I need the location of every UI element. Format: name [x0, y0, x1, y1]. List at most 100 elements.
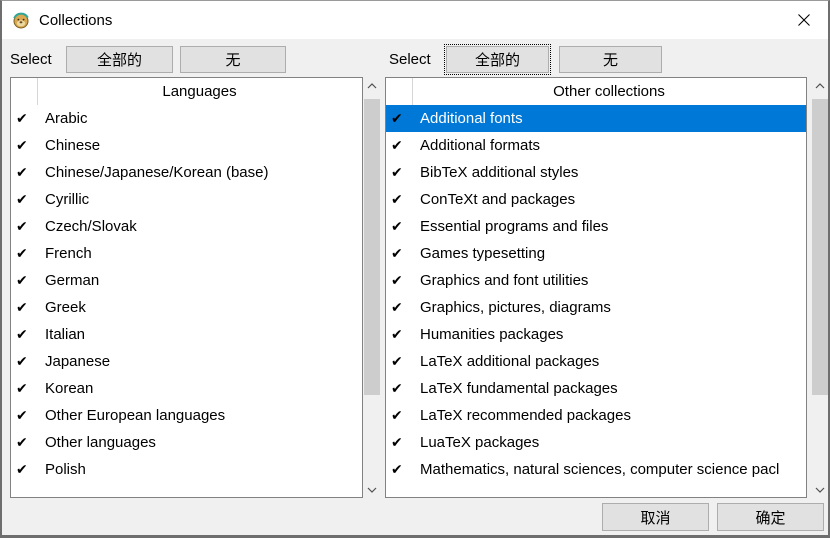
list-item-label: Games typesetting [420, 245, 545, 262]
list-item[interactable]: ✔ Polish [11, 456, 362, 483]
checkmark-icon: ✔ [386, 326, 417, 343]
ok-button[interactable]: 确定 [717, 503, 824, 531]
list-item-label: BibTeX additional styles [420, 164, 578, 181]
list-item-label: Essential programs and files [420, 218, 608, 235]
list-item-label: ConTeXt and packages [420, 191, 575, 208]
list-item[interactable]: ✔ Other European languages [11, 402, 362, 429]
scroll-up-button[interactable] [811, 77, 829, 94]
list-item[interactable]: ✔ Humanities packages [386, 321, 806, 348]
checkmark-icon: ✔ [11, 164, 42, 181]
list-item[interactable]: ✔ Korean [11, 375, 362, 402]
checkmark-icon: ✔ [11, 380, 42, 397]
checkmark-icon: ✔ [386, 110, 417, 127]
scrollbar-thumb[interactable] [812, 99, 828, 395]
list-item[interactable]: ✔ Essential programs and files [386, 213, 806, 240]
checkmark-icon: ✔ [11, 326, 42, 343]
list-item[interactable]: ✔ LaTeX fundamental packages [386, 375, 806, 402]
list-item[interactable]: ✔ Graphics, pictures, diagrams [386, 294, 806, 321]
right-select-label: Select [389, 46, 431, 73]
list-item-label: LuaTeX packages [420, 434, 539, 451]
languages-scrollbar[interactable] [363, 77, 381, 498]
scroll-down-button[interactable] [811, 481, 829, 498]
list-item[interactable]: ✔ Additional fonts [386, 105, 806, 132]
list-item-label: Humanities packages [420, 326, 563, 343]
list-item[interactable]: ✔ Other languages [11, 429, 362, 456]
checkmark-icon: ✔ [386, 137, 417, 154]
list-item[interactable]: ✔ Mathematics, natural sciences, compute… [386, 456, 806, 483]
list-item-label: Mathematics, natural sciences, computer … [420, 461, 779, 478]
collections-panel: Other collections ✔ Additional fonts ✔ A… [385, 77, 807, 498]
list-item-label: Chinese/Japanese/Korean (base) [45, 164, 268, 181]
list-item-label: Additional fonts [420, 110, 523, 127]
languages-header[interactable]: Languages [11, 78, 362, 105]
collections-header[interactable]: Other collections [386, 78, 806, 105]
list-item[interactable]: ✔ Graphics and font utilities [386, 267, 806, 294]
list-item-label: Additional formats [420, 137, 540, 154]
list-item[interactable]: ✔ LuaTeX packages [386, 429, 806, 456]
list-item[interactable]: ✔ Arabic [11, 105, 362, 132]
chevron-up-icon [367, 83, 377, 89]
collections-scrollbar[interactable] [811, 77, 829, 498]
cancel-button[interactable]: 取消 [602, 503, 709, 531]
list-item-label: LaTeX fundamental packages [420, 380, 618, 397]
languages-panel: Languages ✔ Arabic ✔ Chinese ✔ Chinese/J… [10, 77, 363, 498]
checkmark-icon: ✔ [386, 272, 417, 289]
list-item-label: Czech/Slovak [45, 218, 137, 235]
checkmark-icon: ✔ [386, 299, 417, 316]
checkmark-icon: ✔ [386, 191, 417, 208]
checkmark-icon: ✔ [11, 191, 42, 208]
left-select-none-button[interactable]: 无 [180, 46, 286, 73]
list-item-label: Other European languages [45, 407, 225, 424]
list-item-label: LaTeX recommended packages [420, 407, 631, 424]
checkmark-icon: ✔ [386, 407, 417, 424]
checkmark-icon: ✔ [386, 461, 417, 478]
list-item-label: Greek [45, 299, 86, 316]
list-item-label: Graphics and font utilities [420, 272, 588, 289]
left-select-label: Select [10, 46, 52, 73]
list-item[interactable]: ✔ LaTeX recommended packages [386, 402, 806, 429]
list-item-label: LaTeX additional packages [420, 353, 599, 370]
right-select-none-button[interactable]: 无 [559, 46, 662, 73]
checkmark-icon: ✔ [386, 380, 417, 397]
list-item-label: Japanese [45, 353, 110, 370]
list-item-label: Cyrillic [45, 191, 89, 208]
checkmark-icon: ✔ [11, 137, 42, 154]
collections-list: ✔ Additional fonts ✔ Additional formats … [386, 105, 806, 483]
list-item[interactable]: ✔ ConTeXt and packages [386, 186, 806, 213]
checkmark-icon: ✔ [11, 407, 42, 424]
list-item[interactable]: ✔ Greek [11, 294, 362, 321]
list-item[interactable]: ✔ German [11, 267, 362, 294]
scroll-down-button[interactable] [363, 481, 381, 498]
checkmark-icon: ✔ [11, 218, 42, 235]
chevron-down-icon [815, 487, 825, 493]
list-item[interactable]: ✔ Italian [11, 321, 362, 348]
list-item[interactable]: ✔ LaTeX additional packages [386, 348, 806, 375]
chevron-down-icon [367, 487, 377, 493]
titlebar: Collections [2, 1, 828, 39]
close-button[interactable] [788, 4, 820, 36]
collections-dialog: Collections Select 全部的 无 Select 全部的 无 La… [0, 0, 830, 538]
list-item[interactable]: ✔ Games typesetting [386, 240, 806, 267]
checkmark-icon: ✔ [386, 164, 417, 181]
checkmark-icon: ✔ [386, 353, 417, 370]
list-item[interactable]: ✔ Chinese [11, 132, 362, 159]
list-item-label: German [45, 272, 99, 289]
scroll-up-button[interactable] [363, 77, 381, 94]
scrollbar-thumb[interactable] [364, 99, 380, 395]
list-item[interactable]: ✔ Additional formats [386, 132, 806, 159]
checkmark-icon: ✔ [11, 110, 42, 127]
right-select-all-button[interactable]: 全部的 [446, 46, 549, 73]
checkmark-icon: ✔ [11, 461, 42, 478]
list-item[interactable]: ✔ Chinese/Japanese/Korean (base) [11, 159, 362, 186]
left-select-all-button[interactable]: 全部的 [66, 46, 173, 73]
list-item-label: Polish [45, 461, 86, 478]
list-item[interactable]: ✔ Czech/Slovak [11, 213, 362, 240]
checkmark-icon: ✔ [386, 434, 417, 451]
list-item[interactable]: ✔ Cyrillic [11, 186, 362, 213]
list-item[interactable]: ✔ Japanese [11, 348, 362, 375]
list-item[interactable]: ✔ BibTeX additional styles [386, 159, 806, 186]
window-title: Collections [39, 12, 112, 29]
texlive-lion-icon [12, 11, 30, 29]
list-item-label: Chinese [45, 137, 100, 154]
list-item[interactable]: ✔ French [11, 240, 362, 267]
